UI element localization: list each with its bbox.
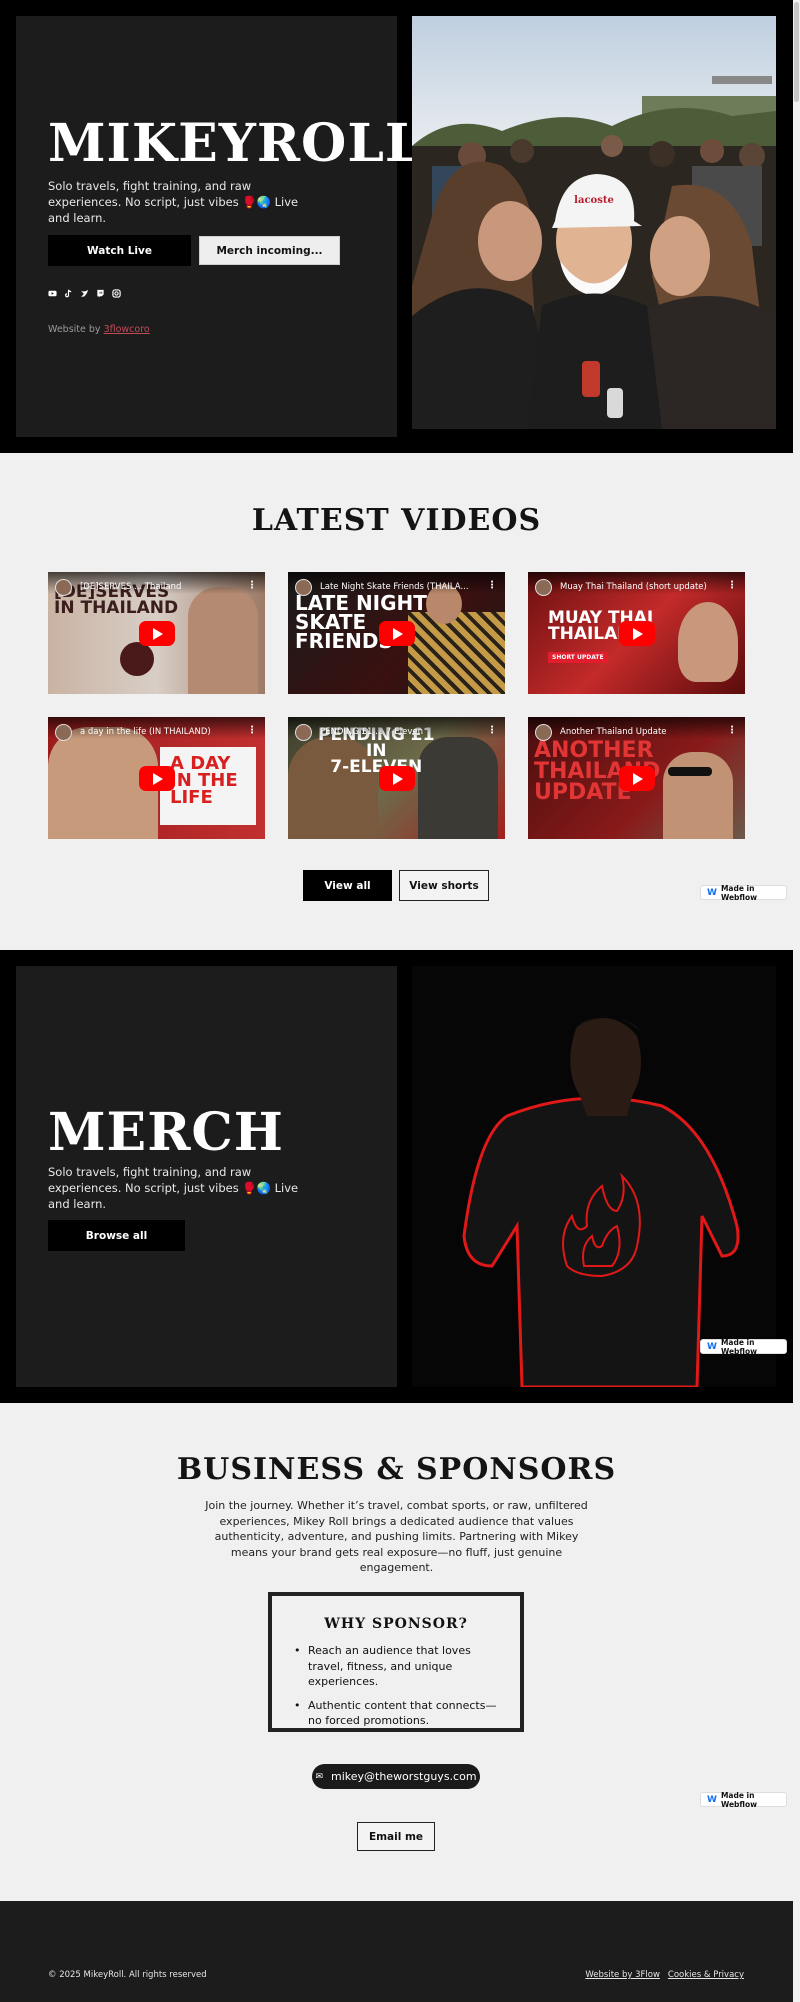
credit-prefix: Website by — [48, 324, 104, 335]
email-icon: ✉ — [315, 1771, 323, 1782]
made-in-webflow-badge[interactable]: W Made in Webflow — [700, 883, 787, 902]
hero-photo: lacoste — [412, 16, 776, 429]
video-title: Muay Thai Thailand (short update) — [560, 582, 707, 592]
more-options-icon[interactable]: ⋮ — [487, 580, 497, 591]
channel-avatar — [295, 579, 312, 596]
video-title: Another Thailand Update — [560, 727, 667, 737]
merch-incoming-button[interactable]: Merch incoming... — [199, 236, 340, 265]
merch-title: MERCH — [48, 1102, 284, 1163]
play-icon[interactable] — [618, 766, 655, 791]
cookies-privacy-link[interactable]: Cookies & Privacy — [668, 1970, 744, 1980]
video-card[interactable]: MUAY THAI THAILAND SHORT UPDATE Muay Tha… — [528, 572, 745, 694]
thumbnail-text: A DAY IN THE LIFE — [170, 753, 238, 809]
twitch-icon[interactable] — [96, 289, 105, 298]
more-options-icon[interactable]: ⋮ — [247, 725, 257, 736]
channel-avatar — [55, 579, 72, 596]
browse-all-button[interactable]: Browse all — [48, 1220, 185, 1251]
footer-links: Website by 3Flow Cookies & Privacy — [585, 1970, 744, 1980]
social-links — [48, 289, 121, 298]
play-icon[interactable] — [138, 621, 175, 646]
more-options-icon[interactable]: ⋮ — [727, 725, 737, 736]
scrollbar-thumb[interactable] — [794, 2, 799, 102]
business-sponsors-title: BUSINESS & SPONSORS — [176, 1452, 617, 1487]
hero-description: Solo travels, fight training, and raw ex… — [48, 179, 299, 225]
thumbnail-tag: SHORT UPDATE — [548, 652, 608, 663]
webflow-logo-icon: W — [707, 887, 717, 898]
video-card[interactable]: PENDING £1 IN 7-ELEVEN PENDING £1 ... 7-… — [288, 717, 505, 839]
video-title: a day in the life (IN THAILAND) — [80, 727, 211, 737]
watch-live-button[interactable]: Watch Live — [48, 235, 191, 266]
play-icon[interactable] — [378, 621, 415, 646]
why-sponsor-box: WHY SPONSOR? Reach an audience that love… — [268, 1592, 524, 1732]
latest-videos-title: LATEST VIDEOS — [251, 503, 542, 538]
why-sponsor-title: WHY SPONSOR? — [324, 1616, 468, 1632]
website-credit-link[interactable]: Website by 3Flow — [585, 1970, 660, 1980]
video-card[interactable]: A DAY IN THE LIFE a day in the life (IN … — [48, 717, 265, 839]
play-icon[interactable] — [138, 766, 175, 791]
webflow-badge-label: Made in Webflow — [720, 1790, 758, 1809]
cap-logo-text: lacoste — [574, 195, 614, 206]
website-credit: Website by 3flowcoro — [48, 324, 150, 335]
email-address-pill[interactable]: ✉ mikey@theworstguys.com — [312, 1764, 480, 1789]
view-shorts-button[interactable]: View shorts — [399, 870, 489, 901]
email-address: mikey@theworstguys.com — [330, 1770, 477, 1783]
merch-description: Solo travels, fight training, and raw ex… — [48, 1165, 299, 1211]
x-icon[interactable] — [80, 289, 89, 298]
footer — [0, 1901, 793, 2002]
copyright-text: © 2025 MikeyRoll. All rights reserved — [48, 1970, 207, 1980]
view-all-button[interactable]: View all — [303, 870, 392, 901]
tiktok-icon[interactable] — [64, 289, 73, 298]
email-me-button[interactable]: Email me — [357, 1822, 435, 1851]
webflow-logo-icon: W — [707, 1794, 717, 1805]
sponsor-reasons-list: Reach an audience that loves travel, fit… — [294, 1643, 504, 1737]
youtube-icon[interactable] — [48, 289, 57, 298]
business-description: Join the journey. Whether it’s travel, c… — [205, 1499, 588, 1574]
video-title: [DE]SERVES ... Thailand — [80, 582, 182, 592]
instagram-icon[interactable] — [112, 289, 121, 298]
made-in-webflow-badge[interactable]: W Made in Webflow — [700, 1337, 787, 1356]
channel-avatar — [55, 724, 72, 741]
list-item: Reach an audience that loves travel, fit… — [294, 1643, 504, 1690]
video-title: PENDING £1 ... 7-Eleven — [320, 727, 423, 737]
hero-title: MIKEYROLL — [48, 113, 423, 174]
video-card[interactable]: ANOTHER THAILAND UPDATE Another Thailand… — [528, 717, 745, 839]
video-title: Late Night Skate Friends (THAILA... — [320, 582, 469, 592]
channel-avatar — [295, 724, 312, 741]
thumbnail-line: A DAY IN THE LIFE — [170, 753, 238, 809]
hero-panel — [16, 16, 397, 437]
webflow-badge-label: Made in Webflow — [720, 1337, 758, 1356]
video-card[interactable]: [DE]SERVES IN THAILAND [DE]SERVES ... Th… — [48, 572, 265, 694]
more-options-icon[interactable]: ⋮ — [487, 725, 497, 736]
play-icon[interactable] — [378, 766, 415, 791]
list-item: Authentic content that connects—no force… — [294, 1698, 504, 1729]
made-in-webflow-badge[interactable]: W Made in Webflow — [700, 1790, 787, 1809]
channel-avatar — [535, 579, 552, 596]
webflow-badge-label: Made in Webflow — [720, 883, 758, 902]
merch-photo — [412, 966, 776, 1387]
page-scrollbar[interactable] — [793, 0, 800, 2002]
credit-link[interactable]: 3flowcoro — [104, 324, 150, 335]
more-options-icon[interactable]: ⋮ — [727, 580, 737, 591]
webflow-logo-icon: W — [707, 1341, 717, 1352]
more-options-icon[interactable]: ⋮ — [247, 580, 257, 591]
channel-avatar — [535, 724, 552, 741]
play-icon[interactable] — [618, 621, 655, 646]
video-card[interactable]: LATE NIGHT SKATE FRIENDS Late Night Skat… — [288, 572, 505, 694]
